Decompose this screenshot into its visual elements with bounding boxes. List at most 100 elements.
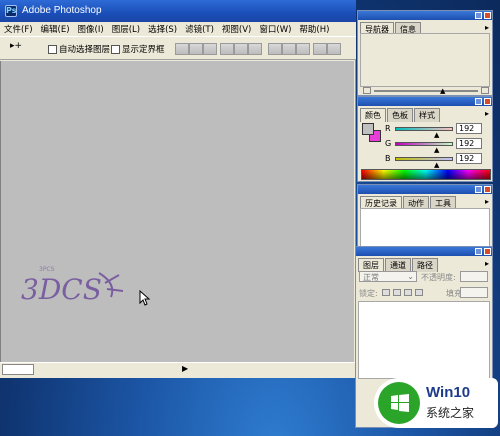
layers-list[interactable] [358,301,490,379]
watermark-text: 3DCS [21,273,102,306]
menu-edit[interactable]: 编辑(E) [37,23,74,35]
channel-g-thumb[interactable]: ▲ [434,147,439,154]
show-bounds-checkbox[interactable]: 显示定界框 [111,43,165,55]
windows-logo-icon [391,394,409,412]
tab-layers[interactable]: 图层 [358,258,384,272]
channel-g-label: G [385,139,392,148]
channel-b-label: B [385,154,391,163]
lock-all-icon[interactable] [415,289,423,296]
minimize-icon[interactable] [475,98,482,105]
show-bounds-label: 显示定界框 [122,45,165,55]
channel-b-value[interactable]: 192 [456,153,482,164]
brand-subtitle: 系统之家 [426,406,475,420]
menu-select[interactable]: 选择(S) [144,23,181,35]
minimize-icon[interactable] [475,186,482,193]
zoom-slider[interactable] [374,90,478,92]
options-bar: ▸+ 自动选择图层 显示定界框 [0,36,356,60]
menu-view[interactable]: 视图(V) [218,23,255,35]
menu-window[interactable]: 窗口(W) [255,23,295,35]
channel-g-value[interactable]: 192 [456,138,482,149]
opacity-label: 不透明度: [421,273,456,282]
channel-g-slider[interactable] [395,142,453,146]
watermark-logo: 3PCS 3DCS [21,266,124,306]
align-bottom-icon[interactable] [203,43,217,55]
opacity-field[interactable] [460,271,488,282]
palette-title-bar[interactable] [358,11,492,20]
align-right-icon[interactable] [248,43,262,55]
align-left-icon[interactable] [220,43,234,55]
tab-styles[interactable]: 样式 [414,108,440,122]
tab-swatches[interactable]: 色板 [387,108,413,122]
canvas-area[interactable]: 3PCS 3DCS [0,61,354,362]
window-title: Adobe Photoshop [22,5,102,16]
menu-bar: 文件(F) 编辑(E) 图像(I) 图层(L) 选择(S) 滤镜(T) 视图(V… [0,22,356,36]
zoom-in-icon[interactable] [481,87,489,94]
watermark-swirl [98,272,124,298]
menu-help[interactable]: 帮助(H) [295,23,333,35]
layers-tabs: 图层 通道 路径 [358,258,439,272]
color-palette: 颜色 色板 样式 ▸ R ▲ 192 G ▲ 192 B ▲ 192 [357,96,493,182]
photoshop-window: Ps Adobe Photoshop 文件(F) 编辑(E) 图像(I) 图层(… [0,0,356,378]
menu-file[interactable]: 文件(F) [0,23,37,35]
photoshop-app-icon[interactable]: Ps [5,5,17,17]
palette-title-bar[interactable] [358,97,492,106]
palette-menu-icon[interactable]: ▸ [485,197,489,206]
align-vcenter-icon[interactable] [189,43,203,55]
brand-name: Win10 [426,384,471,401]
tab-channels[interactable]: 通道 [385,258,411,272]
status-field[interactable] [2,364,34,375]
lock-position-icon[interactable] [404,289,412,296]
distribute-bottom-icon[interactable] [296,43,310,55]
lock-image-icon[interactable] [393,289,401,296]
channel-b-thumb[interactable]: ▲ [434,162,439,169]
title-bar[interactable]: Ps Adobe Photoshop [0,0,356,22]
menu-layer[interactable]: 图层(L) [108,23,144,35]
close-icon[interactable] [484,248,491,255]
channel-r-value[interactable]: 192 [456,123,482,134]
close-icon[interactable] [484,12,491,19]
chevron-down-icon: ⌄ [407,272,414,281]
blend-mode-value: 正常 [363,273,379,282]
palette-title-bar[interactable] [358,185,492,194]
minimize-icon[interactable] [475,248,482,255]
distribute-hcenter-icon[interactable] [327,43,341,55]
palette-menu-icon[interactable]: ▸ [485,109,489,118]
menu-filter[interactable]: 滤镜(T) [181,23,218,35]
distribute-vcenter-icon[interactable] [282,43,296,55]
auto-select-layer-checkbox[interactable]: 自动选择图层 [48,43,110,55]
navigator-palette: 导航器 信息 ▸ ▲ [357,10,493,96]
palette-title-bar[interactable] [356,247,492,256]
minimize-icon[interactable] [475,12,482,19]
color-tabs: 颜色 色板 样式 [360,108,441,122]
channel-r-thumb[interactable]: ▲ [434,132,439,139]
distribute-top-icon[interactable] [268,43,282,55]
status-bar: ▶ [0,362,356,376]
channel-r-label: R [385,124,391,133]
checkbox-box [48,44,57,54]
zoom-out-icon[interactable] [363,87,371,94]
palette-menu-icon[interactable]: ▸ [485,23,489,32]
channel-b-slider[interactable] [395,157,453,161]
distribute-left-icon[interactable] [313,43,327,55]
blend-mode-select[interactable]: 正常 ⌄ [359,271,417,282]
close-icon[interactable] [484,98,491,105]
mouse-cursor-icon [139,290,151,306]
align-hcenter-icon[interactable] [234,43,248,55]
lock-transparency-icon[interactable] [382,289,390,296]
move-tool-preset-button[interactable]: ▸+ [10,41,40,55]
foreground-color-swatch[interactable] [362,123,374,135]
color-spectrum-bar[interactable] [361,169,491,180]
auto-select-layer-label: 自动选择图层 [59,45,111,55]
status-menu-arrow[interactable]: ▶ [182,364,188,373]
checkbox-box [111,44,120,54]
watermark-small-text: 3PCS [39,266,55,273]
close-icon[interactable] [484,186,491,193]
channel-r-slider[interactable] [395,127,453,131]
zoom-slider-thumb[interactable]: ▲ [440,87,445,95]
align-top-icon[interactable] [175,43,189,55]
tab-color[interactable]: 颜色 [360,108,386,122]
fill-field[interactable] [460,287,488,298]
palette-menu-icon[interactable]: ▸ [485,259,489,268]
menu-image[interactable]: 图像(I) [74,23,108,35]
tab-paths[interactable]: 路径 [412,258,438,272]
